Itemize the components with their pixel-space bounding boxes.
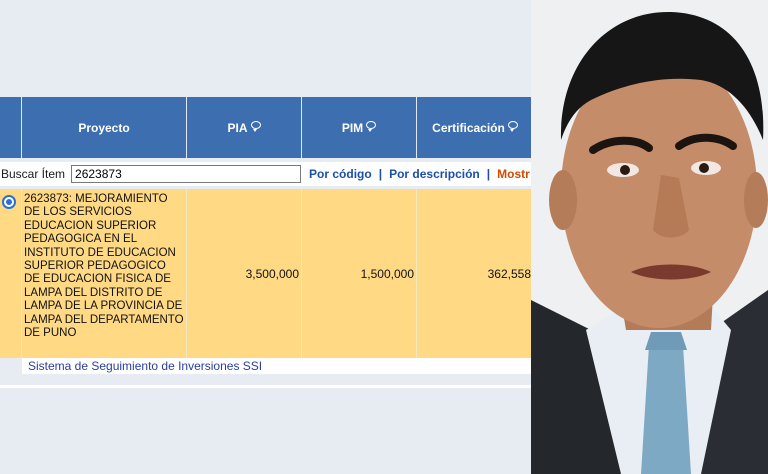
row-pim: 1,500,000 — [302, 189, 417, 358]
column-pia-label: PIA — [227, 120, 248, 135]
column-pim: PIM — [302, 97, 417, 158]
search-bar: Buscar Ítem Por código | Por descripción… — [0, 162, 533, 186]
search-label: Buscar Ítem — [1, 167, 66, 181]
column-proyecto-label: Proyecto — [78, 120, 130, 135]
search-by-description-link[interactable]: Por descripción — [389, 167, 480, 181]
row-certificacion-value: 362,558 — [487, 266, 531, 281]
person-photo — [531, 0, 768, 474]
column-pia: PIA — [187, 97, 302, 158]
row-pia-value: 3,500,000 — [245, 266, 299, 281]
row-certificacion: 362,558 — [417, 189, 533, 358]
row-description: 2623873: MEJORAMIENTO DE LOS SERVICIOS E… — [22, 189, 187, 358]
help-icon[interactable] — [366, 120, 377, 132]
help-icon[interactable] — [250, 120, 261, 132]
separator: | — [378, 167, 383, 181]
column-select — [0, 97, 22, 158]
help-icon[interactable] — [507, 120, 518, 132]
column-proyecto: Proyecto — [22, 97, 187, 158]
portrait-image — [531, 0, 768, 474]
divider — [0, 385, 533, 388]
table-header: Proyecto PIA PIM Certificación — [0, 97, 533, 158]
footer-system-name: Sistema de Seguimiento de Inversiones SS… — [22, 358, 533, 374]
row-select-cell — [0, 189, 22, 358]
row-radio-button[interactable] — [2, 195, 16, 209]
separator: | — [486, 167, 491, 181]
column-pim-label: PIM — [341, 120, 364, 135]
search-by-code-link[interactable]: Por código — [309, 167, 372, 181]
ssi-screen: Proyecto PIA PIM Certificación Buscar Ít… — [0, 0, 533, 474]
row-pia: 3,500,000 — [187, 189, 302, 358]
column-certificacion: Certificación — [417, 97, 533, 158]
search-input[interactable] — [71, 165, 302, 183]
table-row[interactable]: 2623873: MEJORAMIENTO DE LOS SERVICIOS E… — [0, 189, 533, 358]
row-pim-value: 1,500,000 — [360, 266, 414, 281]
show-link[interactable]: Mostr — [497, 167, 530, 181]
column-certificacion-label: Certificación — [432, 120, 505, 135]
